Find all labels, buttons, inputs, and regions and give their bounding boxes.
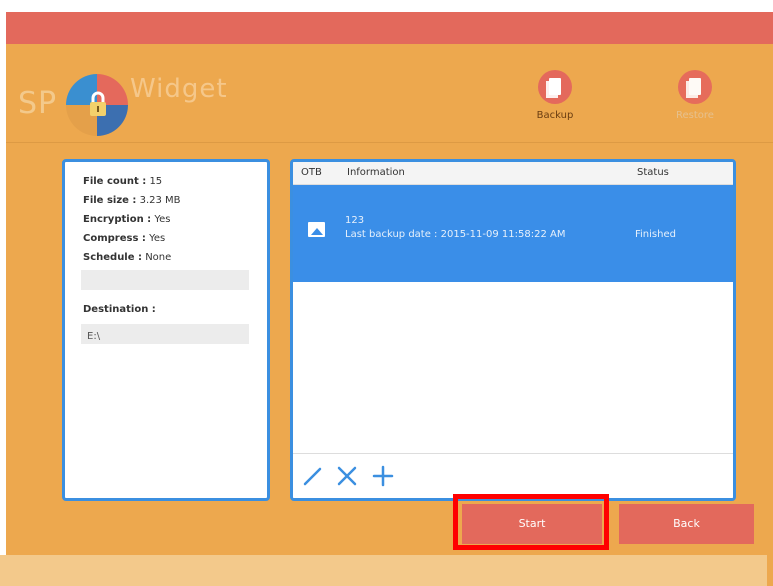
column-information[interactable]: Information xyxy=(347,167,405,178)
delete-icon[interactable] xyxy=(335,464,359,488)
status-text: Finished xyxy=(635,229,676,240)
column-status[interactable]: Status xyxy=(637,167,669,178)
file-size-value: 3.23 MB xyxy=(139,195,181,206)
file-count-value: 15 xyxy=(149,176,163,187)
logo: SP Widget xyxy=(18,74,227,121)
list-header: OTB Information Status xyxy=(293,162,733,185)
destination-row: Destination : xyxy=(83,304,156,315)
encryption-row: Encryption : Yes xyxy=(83,214,171,225)
restore-label: Restore xyxy=(676,110,714,121)
schedule-row: Schedule : None xyxy=(83,252,171,263)
app-window: SP Widget Backup Restore File count : 15… xyxy=(6,12,773,586)
destination-field[interactable] xyxy=(81,324,249,344)
file-size-row: File size : 3.23 MB xyxy=(83,195,181,206)
list-toolbar xyxy=(293,453,733,498)
compress-row: Compress : Yes xyxy=(83,233,165,244)
compress-value: Yes xyxy=(149,233,166,244)
backup-name: 123 xyxy=(345,215,365,226)
compress-label: Compress : xyxy=(83,233,146,244)
encryption-value: Yes xyxy=(154,214,171,225)
backup-info-panel: File count : 15 File size : 3.23 MB Encr… xyxy=(62,159,270,501)
image-icon xyxy=(308,222,325,237)
file-size-label: File size : xyxy=(83,195,137,206)
column-otb[interactable]: OTB xyxy=(301,167,322,178)
backup-icon xyxy=(538,70,572,104)
encryption-label: Encryption : xyxy=(83,214,152,225)
destination-value: E:\ xyxy=(87,331,101,342)
title-bar xyxy=(6,12,773,44)
back-button[interactable]: Back xyxy=(619,504,754,544)
edit-icon[interactable] xyxy=(301,464,325,488)
file-count-label: File count : xyxy=(83,176,147,187)
restore-icon xyxy=(678,70,712,104)
start-button-highlight xyxy=(453,494,609,550)
file-count-row: File count : 15 xyxy=(83,176,162,187)
footer-bar xyxy=(0,555,767,586)
destination-label: Destination : xyxy=(83,304,156,315)
backup-label: Backup xyxy=(536,110,574,121)
restore-button[interactable]: Restore xyxy=(665,70,725,121)
schedule-field[interactable] xyxy=(81,270,249,290)
logo-widget-text: Widget xyxy=(130,74,228,104)
schedule-label: Schedule : xyxy=(83,252,142,263)
backup-button[interactable]: Backup xyxy=(525,70,585,121)
table-row[interactable]: 123 Last backup date : 2015-11-09 11:58:… xyxy=(293,185,733,282)
backup-list-panel: OTB Information Status 123 Last backup d… xyxy=(290,159,736,501)
add-icon[interactable] xyxy=(371,464,395,488)
lock-icon xyxy=(90,91,106,116)
logo-sp-text: SP xyxy=(18,86,58,121)
schedule-value: None xyxy=(145,252,172,263)
last-backup-date: Last backup date : 2015-11-09 11:58:22 A… xyxy=(345,229,566,240)
